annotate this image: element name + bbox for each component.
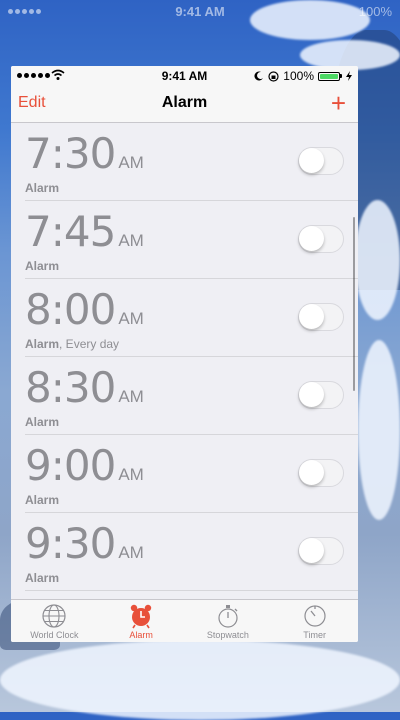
status-right-group: 100% xyxy=(254,69,352,83)
alarm-time: 8:00 xyxy=(25,285,116,334)
alarm-label: Alarm xyxy=(25,571,60,585)
background-status-bar: 9:41 AM 100% xyxy=(0,0,400,24)
alarm-row[interactable]: 9:00 AM Alarm xyxy=(25,435,358,513)
tab-label: Stopwatch xyxy=(206,630,249,640)
alarm-toggle[interactable] xyxy=(298,381,344,409)
tab-timer[interactable]: Timer xyxy=(271,600,358,642)
alarm-row[interactable]: 7:45 AM Alarm xyxy=(25,201,358,279)
alarm-row[interactable]: 8:30 AM Alarm xyxy=(25,357,358,435)
alarm-time: 9:00 xyxy=(25,441,116,490)
background-battery-text: 100% xyxy=(358,4,392,19)
moon-icon xyxy=(254,71,264,81)
battery-percent: 100% xyxy=(283,69,314,83)
navigation-bar: Edit Alarm + xyxy=(11,86,358,123)
tab-label: Alarm xyxy=(129,630,153,640)
alarm-time: 9:30 xyxy=(25,519,116,568)
tab-bar: World Clock Alarm Stopwatch Timer xyxy=(11,599,358,642)
alarm-time-group: 8:00 AM xyxy=(25,285,144,334)
wallpaper-snow xyxy=(358,340,400,520)
tab-label: World Clock xyxy=(30,630,79,640)
alarm-label: Alarm xyxy=(25,415,60,429)
background-time: 9:41 AM xyxy=(175,4,225,19)
alarm-label: Alarm xyxy=(25,337,60,351)
alarm-label-group: Alarm xyxy=(25,181,59,195)
alarm-time: 7:30 xyxy=(25,129,116,178)
globe-icon xyxy=(42,604,66,628)
alarm-ampm: AM xyxy=(118,543,144,562)
alarm-label: Alarm xyxy=(25,259,60,273)
alarm-toggle[interactable] xyxy=(298,459,344,487)
timer-icon xyxy=(304,605,326,627)
alarm-toggle[interactable] xyxy=(298,147,344,175)
toggle-knob xyxy=(299,460,324,485)
alarm-label-group: Alarm, Every day xyxy=(25,337,119,351)
alarm-time-group: 7:45 AM xyxy=(25,207,144,256)
wallpaper-snow xyxy=(355,200,400,320)
stopwatch-icon xyxy=(218,605,238,628)
alarm-ampm: AM xyxy=(118,153,144,172)
alarm-row[interactable]: 7:30 AM Alarm xyxy=(25,123,358,201)
alarm-label-group: Alarm xyxy=(25,493,59,507)
alarm-app-window: 9:41 AM 100% Edit Alarm + 7:30 AM Alarm … xyxy=(11,66,358,642)
alarm-time-group: 7:30 AM xyxy=(25,129,144,178)
alarm-time: 7:45 xyxy=(25,207,116,256)
alarm-time: 8:30 xyxy=(25,363,116,412)
alarm-list[interactable]: 7:30 AM Alarm 7:45 AM Alarm 8:00 AM Alarm, … xyxy=(11,123,358,601)
alarm-row[interactable]: 9:30 AM Alarm xyxy=(25,513,358,591)
toggle-knob xyxy=(299,226,324,251)
alarm-label: Alarm xyxy=(25,181,60,195)
tab-label: Timer xyxy=(303,630,326,640)
rotation-lock-icon xyxy=(268,70,279,82)
alarm-ampm: AM xyxy=(118,465,144,484)
page-title: Alarm xyxy=(161,94,208,111)
alarm-ampm: AM xyxy=(118,309,144,328)
alarm-repeat: , Every day xyxy=(59,337,120,351)
tab-world-clock[interactable]: World Clock xyxy=(11,600,98,642)
tab-stopwatch[interactable]: Stopwatch xyxy=(185,600,272,642)
scrollbar[interactable] xyxy=(352,217,355,391)
status-bar: 9:41 AM 100% xyxy=(11,66,358,86)
charging-bolt-icon xyxy=(346,71,352,81)
battery-icon xyxy=(318,71,342,81)
toggle-knob xyxy=(299,382,324,407)
alarm-clock-icon xyxy=(130,604,152,629)
alarm-time-group: 8:30 AM xyxy=(25,363,144,412)
alarm-time-group: 9:30 AM xyxy=(25,519,144,568)
tab-alarm[interactable]: Alarm xyxy=(98,600,185,642)
alarm-ampm: AM xyxy=(118,387,144,406)
alarm-label-group: Alarm xyxy=(25,415,59,429)
wallpaper-snow xyxy=(0,640,400,720)
alarm-time-group: 9:00 AM xyxy=(25,441,144,490)
toggle-knob xyxy=(299,304,324,329)
toggle-knob xyxy=(299,538,324,563)
toggle-knob xyxy=(299,148,324,173)
alarm-toggle[interactable] xyxy=(298,225,344,253)
alarm-toggle[interactable] xyxy=(298,537,344,565)
alarm-ampm: AM xyxy=(118,231,144,250)
alarm-label: Alarm xyxy=(25,493,60,507)
alarm-label-group: Alarm xyxy=(25,571,59,585)
alarm-row[interactable]: 8:00 AM Alarm, Every day xyxy=(25,279,358,357)
alarm-toggle[interactable] xyxy=(298,303,344,331)
alarm-label-group: Alarm xyxy=(25,259,59,273)
add-alarm-button[interactable]: + xyxy=(331,90,346,116)
